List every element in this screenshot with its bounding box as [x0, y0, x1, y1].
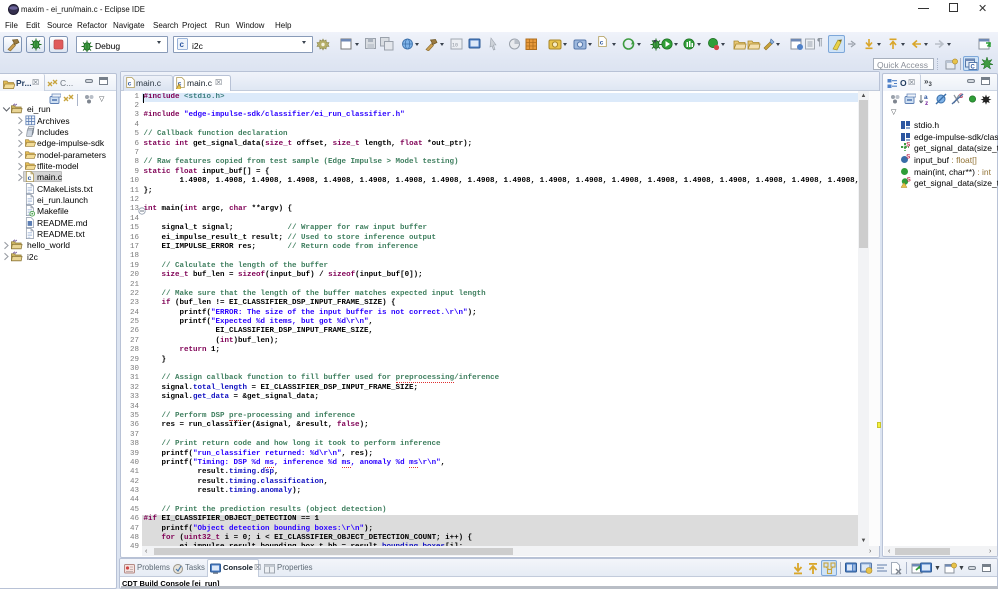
svg-text:c: c: [28, 175, 32, 182]
svg-text:c: c: [128, 81, 132, 88]
svg-text:S: S: [907, 178, 911, 184]
svg-text:S: S: [906, 143, 910, 149]
svg-text:C: C: [971, 65, 976, 71]
svg-text:c: c: [180, 40, 185, 49]
svg-text:z: z: [925, 100, 929, 105]
svg-text:10: 10: [452, 43, 458, 49]
svg-text:c: c: [600, 40, 604, 47]
svg-text:S: S: [906, 155, 910, 161]
